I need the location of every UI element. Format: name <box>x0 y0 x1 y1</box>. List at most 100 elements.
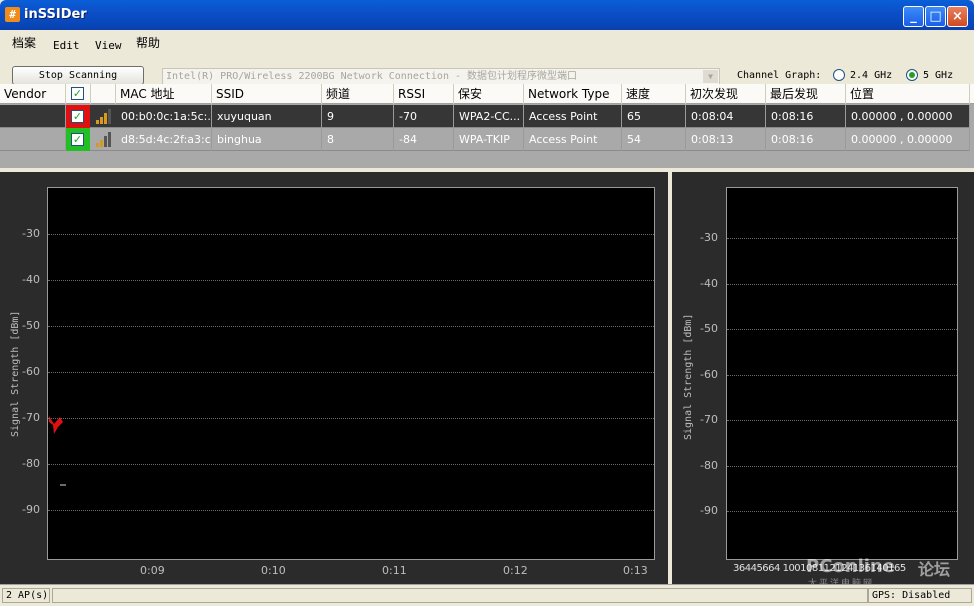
row-checkbox[interactable]: ✓ <box>71 133 84 146</box>
header-channel[interactable]: 频道 <box>322 84 394 104</box>
close-button[interactable]: × <box>947 6 968 27</box>
channel-graph-label: Channel Graph: <box>737 70 822 81</box>
security-cell: WPA2-CC... <box>454 105 524 128</box>
hash-icon: # <box>5 7 20 22</box>
networks-table: Vendor ✓ MAC 地址 SSID 频道 RSSI 保安 Network … <box>0 84 974 168</box>
gps-status: GPS: Disabled <box>868 588 972 603</box>
time-graph-gridline <box>48 372 654 373</box>
time-graph-xtick-label: 0:13 <box>623 564 648 577</box>
header-vendor[interactable]: Vendor <box>0 84 66 104</box>
menu-help[interactable]: 帮助 <box>136 34 160 51</box>
channel-graph-gridline <box>727 238 957 239</box>
adapter-select-value: Intel(R) PRO/Wireless 2200BG Network Con… <box>166 71 578 82</box>
menu-view[interactable]: View <box>95 39 122 52</box>
time-graph-ytick-label: -50 <box>22 319 40 332</box>
channel-graph-ytick-label: -90 <box>700 504 718 517</box>
vendor-cell <box>0 105 66 128</box>
channel-cell: 8 <box>322 128 394 151</box>
table-row[interactable]: ✓ d8:5d:4c:2f:a3:c6 binghua 8 -84 WPA-TK… <box>0 128 970 151</box>
menu-bar: 档案 Edit View 帮助 <box>0 30 974 60</box>
header-location[interactable]: 位置 <box>846 84 970 104</box>
stop-scanning-button[interactable]: Stop Scanning <box>12 66 144 85</box>
network-type-cell: Access Point <box>524 105 622 128</box>
last-seen-cell: 0:08:16 <box>766 105 846 128</box>
header-signal[interactable] <box>91 84 116 104</box>
channel-graph-gridline <box>727 374 957 376</box>
mac-cell: 00:b0:0c:1a:5c:... <box>116 105 212 128</box>
header-last-seen[interactable]: 最后发现 <box>766 84 846 104</box>
band-5-label: 5 GHz <box>923 70 954 81</box>
band-24-radio[interactable] <box>833 69 845 81</box>
time-graph-ytick-label: -90 <box>22 503 40 516</box>
channel-graph-ytick-label: -40 <box>700 276 718 290</box>
signal-bars-icon <box>96 109 114 124</box>
header-security[interactable]: 保安 <box>454 84 524 104</box>
header-speed[interactable]: 速度 <box>622 84 686 104</box>
time-graph-xtick-label: 0:11 <box>382 564 407 577</box>
signal-bars-icon <box>96 132 114 147</box>
channel-graph-ytick-label: -70 <box>700 413 718 426</box>
vendor-cell <box>0 128 66 151</box>
header-rssi[interactable]: RSSI <box>394 84 454 104</box>
watermark-brand: PConline <box>806 556 895 577</box>
ssid-cell: binghua <box>212 128 322 151</box>
window-title: inSSIDer <box>24 7 87 22</box>
ssid-cell: xuyuquan <box>212 105 322 128</box>
maximize-button[interactable]: □ <box>925 6 946 27</box>
first-seen-cell: 0:08:04 <box>686 105 766 128</box>
title-bar[interactable]: # inSSIDer _ □ × <box>0 0 974 30</box>
mac-cell: d8:5d:4c:2f:a3:c6 <box>116 128 212 151</box>
status-spacer <box>52 588 868 603</box>
network-type-cell: Access Point <box>524 128 622 151</box>
channel-cell: 9 <box>322 105 394 128</box>
band-5-radio[interactable] <box>906 69 918 81</box>
speed-cell: 54 <box>622 128 686 151</box>
series-color-swatch: ✓ <box>66 128 90 151</box>
rssi-cell: -84 <box>394 128 454 151</box>
time-graph-svg <box>49 416 66 486</box>
select-all-checkbox[interactable]: ✓ <box>71 87 84 100</box>
security-cell: WPA-TKIP <box>454 128 524 151</box>
header-mac[interactable]: MAC 地址 <box>116 84 212 104</box>
minimize-button[interactable]: _ <box>903 6 924 27</box>
time-graph-ytick-label: -60 <box>22 365 40 378</box>
last-seen-cell: 0:08:16 <box>766 128 846 151</box>
header-ssid[interactable]: SSID <box>212 84 322 104</box>
channel-graph-ytick-label: -50 <box>700 322 718 335</box>
channel-graph-gridline <box>727 511 957 512</box>
location-cell: 0.00000 , 0.00000 <box>846 128 970 151</box>
time-graph-gridline <box>48 234 654 235</box>
speed-cell: 65 <box>622 105 686 128</box>
time-graph-xtick-label: 0:09 <box>140 564 165 577</box>
time-graph-ytick-label: -70 <box>22 411 40 424</box>
header-select-all[interactable]: ✓ <box>66 84 91 104</box>
time-graph-gridline <box>48 418 654 419</box>
channel-graph-ytick-label: -30 <box>700 231 718 244</box>
rssi-cell: -70 <box>394 105 454 128</box>
header-network-type[interactable]: Network Type <box>524 84 622 104</box>
graph-splitter[interactable] <box>668 172 672 584</box>
channel-graph-ytick-label: -60 <box>700 367 718 381</box>
table-row[interactable]: ✓ 00:b0:0c:1a:5c:... xuyuquan 9 -70 WPA2… <box>0 105 970 128</box>
time-graph-ytick-label: -30 <box>22 227 40 240</box>
row-checkbox[interactable]: ✓ <box>71 110 84 123</box>
time-graph-gridline <box>48 510 654 511</box>
chevron-down-icon[interactable]: ▼ <box>703 70 718 83</box>
channel-graph-gridline <box>727 283 957 285</box>
time-graph-xtick-label: 0:10 <box>261 564 286 577</box>
time-graph-plot <box>47 187 655 560</box>
adapter-select[interactable]: Intel(R) PRO/Wireless 2200BG Network Con… <box>162 68 720 85</box>
menu-file[interactable]: 档案 <box>12 34 36 51</box>
time-graph-gridline <box>48 464 654 465</box>
time-graph-gridline <box>48 280 654 281</box>
status-bar: 2 AP(s) GPS: Disabled <box>0 584 974 606</box>
first-seen-cell: 0:08:13 <box>686 128 766 151</box>
time-graph-ytick-label: -40 <box>22 273 40 286</box>
header-first-seen[interactable]: 初次发现 <box>686 84 766 104</box>
menu-edit[interactable]: Edit <box>53 39 80 52</box>
watermark-forum: 论坛 <box>918 560 951 579</box>
ap-count: 2 AP(s) <box>2 588 50 603</box>
channel-graph-gridline <box>727 465 957 467</box>
channel-graph-ytick-label: -80 <box>700 458 718 472</box>
location-cell: 0.00000 , 0.00000 <box>846 105 970 128</box>
